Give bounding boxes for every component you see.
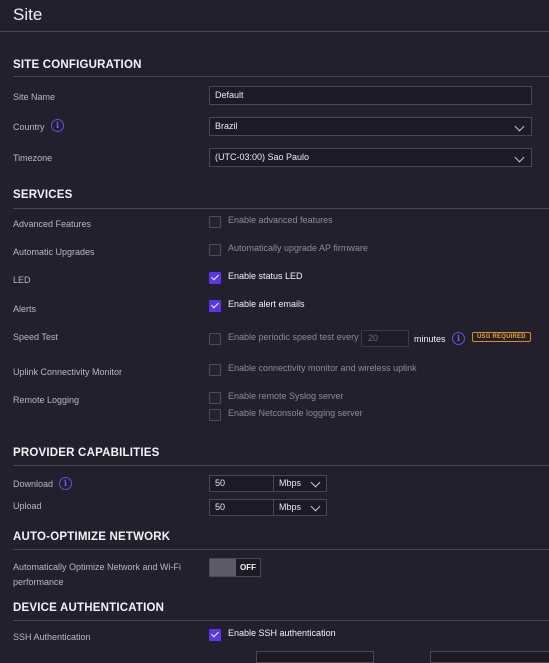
toggle-state-label: OFF xyxy=(240,563,256,572)
download-unit-select[interactable]: Mbps xyxy=(273,475,327,492)
timezone-select[interactable]: (UTC-03:00) Sao Paulo xyxy=(209,148,532,167)
chevron-down-icon xyxy=(514,152,525,163)
remote-syslog-checkbox[interactable] xyxy=(209,392,221,404)
alerts-option-label: Enable alert emails xyxy=(228,299,305,309)
section-divider xyxy=(13,620,549,621)
upload-label: Upload xyxy=(13,501,42,511)
speed-test-unit-label: minutes xyxy=(414,334,446,344)
country-label: Country xyxy=(13,122,45,132)
ssh-password-input[interactable] xyxy=(430,651,549,663)
download-label: Download xyxy=(13,479,54,489)
upload-unit-select[interactable]: Mbps xyxy=(273,499,327,516)
upload-input[interactable]: 50 xyxy=(209,499,274,516)
netconsole-option-label: Enable Netconsole logging server xyxy=(228,408,363,418)
uplink-monitor-label: Uplink Connectivity Monitor xyxy=(13,367,123,377)
uplink-monitor-option-label: Enable connectivity monitor and wireless… xyxy=(228,363,417,373)
advanced-features-option-label: Enable advanced features xyxy=(228,215,333,225)
alerts-label: Alerts xyxy=(13,304,37,314)
advanced-features-checkbox[interactable] xyxy=(209,216,221,228)
download-unit-value: Mbps xyxy=(279,478,302,488)
remote-syslog-option-label: Enable remote Syslog server xyxy=(228,391,344,401)
chevron-down-icon xyxy=(310,501,321,512)
ssh-authentication-checkbox[interactable] xyxy=(209,629,221,641)
speed-test-checkbox[interactable] xyxy=(209,333,221,345)
chevron-down-icon xyxy=(310,477,321,488)
section-title-services: SERVICES xyxy=(13,189,73,201)
info-icon[interactable]: i xyxy=(51,119,64,132)
country-select[interactable]: Brazil xyxy=(209,117,532,136)
country-select-value: Brazil xyxy=(215,121,238,131)
led-label: LED xyxy=(13,275,31,285)
timezone-label: Timezone xyxy=(13,153,53,163)
auto-optimize-label: Automatically Optimize Network and Wi-Fi… xyxy=(13,562,182,587)
ssh-authentication-label: SSH Authentication xyxy=(13,632,91,642)
toggle-knob xyxy=(210,559,236,576)
site-name-label: Site Name xyxy=(13,92,56,102)
remote-logging-label: Remote Logging xyxy=(13,395,80,405)
timezone-select-value: (UTC-03:00) Sao Paulo xyxy=(215,152,310,162)
speed-test-interval-input[interactable]: 20 xyxy=(361,330,409,347)
usg-required-badge: USG REQUIRED xyxy=(472,332,531,342)
download-input[interactable]: 50 xyxy=(209,475,274,492)
section-divider xyxy=(13,465,549,466)
section-title-device-authentication: DEVICE AUTHENTICATION xyxy=(13,602,165,614)
section-divider xyxy=(13,208,549,209)
section-title-site-configuration: SITE CONFIGURATION xyxy=(13,59,142,71)
uplink-monitor-checkbox[interactable] xyxy=(209,364,221,376)
site-name-input[interactable]: Default xyxy=(209,86,532,105)
speed-test-option-label: Enable periodic speed test every xyxy=(228,332,359,342)
chevron-down-icon xyxy=(514,121,525,132)
advanced-features-label: Advanced Features xyxy=(13,219,92,229)
automatic-upgrades-checkbox[interactable] xyxy=(209,244,221,256)
info-icon[interactable]: i xyxy=(452,332,465,345)
section-divider xyxy=(13,549,549,550)
section-title-provider-capabilities: PROVIDER CAPABILITIES xyxy=(13,447,160,459)
title-divider xyxy=(0,31,549,32)
led-checkbox[interactable] xyxy=(209,272,221,284)
led-option-label: Enable status LED xyxy=(228,271,303,281)
page-title: Site xyxy=(13,5,43,24)
automatic-upgrades-option-label: Automatically upgrade AP firmware xyxy=(228,243,368,253)
auto-optimize-toggle[interactable]: OFF xyxy=(209,558,261,577)
alerts-checkbox[interactable] xyxy=(209,300,221,312)
upload-unit-value: Mbps xyxy=(279,502,302,512)
speed-test-label: Speed Test xyxy=(13,332,58,342)
ssh-authentication-option-label: Enable SSH authentication xyxy=(228,628,336,638)
netconsole-checkbox[interactable] xyxy=(209,409,221,421)
ssh-username-input[interactable] xyxy=(256,651,374,663)
automatic-upgrades-label: Automatic Upgrades xyxy=(13,247,95,257)
section-title-auto-optimize: AUTO-OPTIMIZE NETWORK xyxy=(13,531,171,543)
section-divider xyxy=(13,76,549,77)
info-icon[interactable]: i xyxy=(59,477,72,490)
